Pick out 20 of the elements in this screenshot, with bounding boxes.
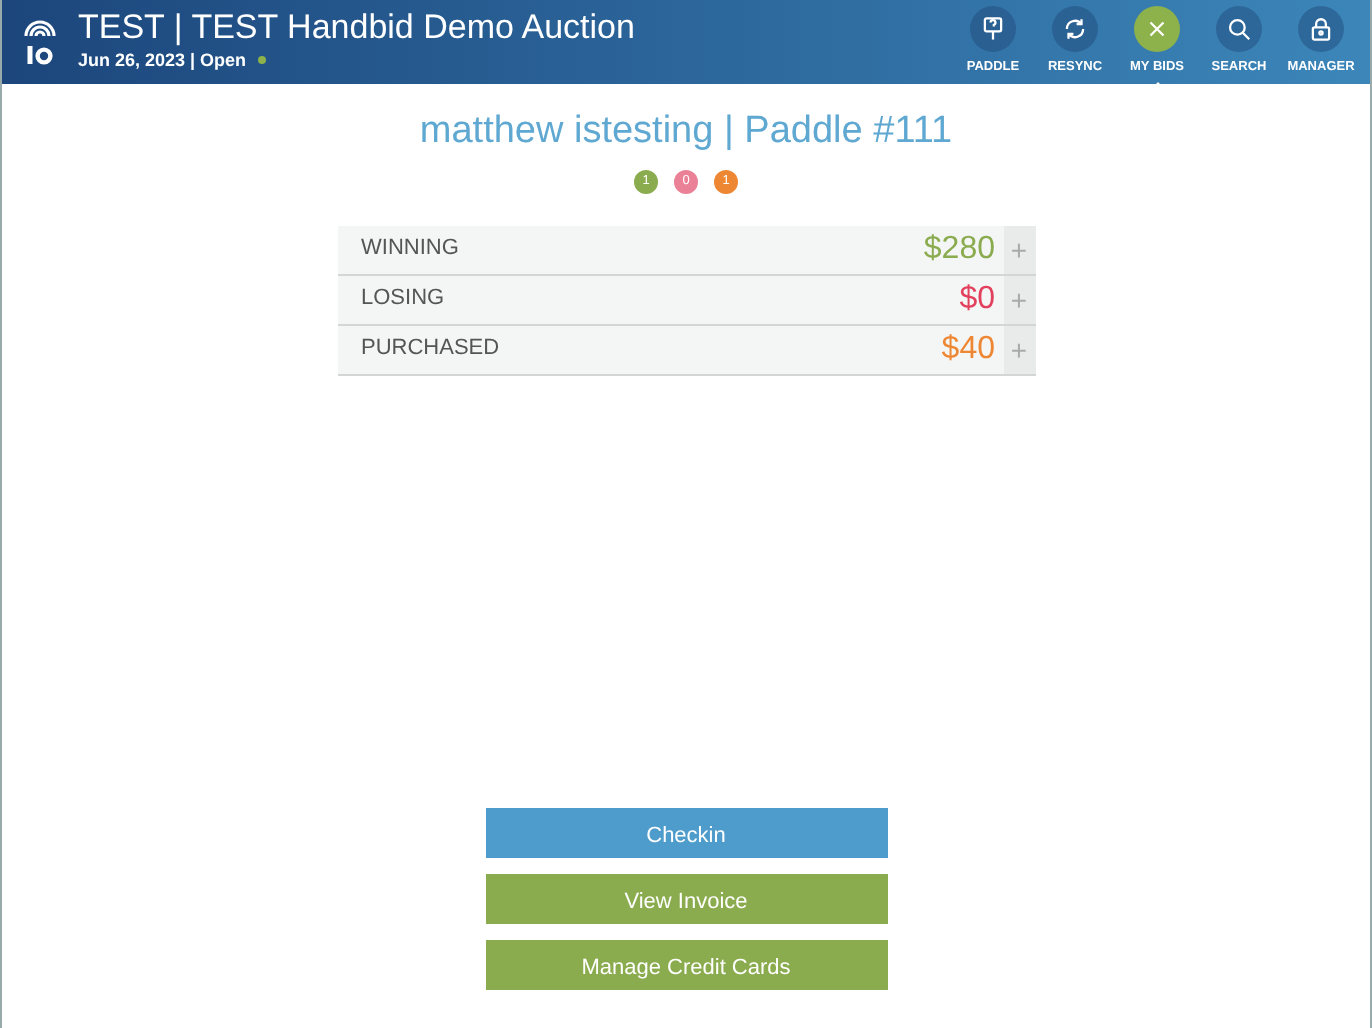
expand-toggle[interactable]: + (1003, 275, 1035, 323)
section-label: LOSING (359, 284, 447, 315)
action-button[interactable]: Checkin (485, 808, 887, 858)
logo-icon (18, 18, 62, 66)
section-label: WINNING (359, 234, 461, 265)
auction-title: TEST | TEST Handbid Demo Auction (78, 9, 637, 48)
section-amount: $40 (941, 329, 997, 369)
section-amount: $280 (923, 229, 997, 269)
section-label: PURCHASED (359, 334, 502, 365)
expand-toggle[interactable]: + (1003, 325, 1035, 373)
auction-date-status: Jun 26, 2023 | Open (78, 47, 247, 74)
bidder-title: matthew istesting | Paddle #111 (419, 108, 953, 156)
section-amount: $0 (959, 279, 997, 319)
expand-toggle[interactable]: + (1003, 225, 1035, 273)
lock-icon (1308, 16, 1334, 43)
action-button[interactable]: View Invoice (485, 874, 887, 924)
search-icon (1226, 16, 1252, 43)
paddle-icon (980, 16, 1006, 43)
action-button[interactable]: Manage Credit Cards (485, 940, 887, 990)
refresh-icon (1062, 16, 1088, 43)
